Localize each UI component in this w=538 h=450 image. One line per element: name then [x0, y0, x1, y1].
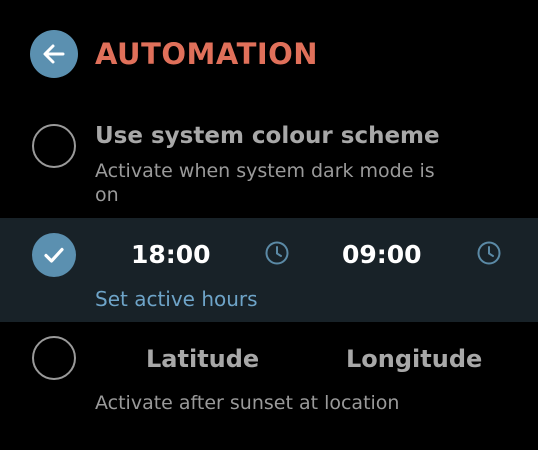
end-time[interactable]: 09:00 [342, 238, 422, 272]
start-time[interactable]: 18:00 [131, 238, 211, 272]
back-button[interactable] [30, 30, 78, 78]
page-title: AUTOMATION [95, 37, 319, 71]
system-scheme-description-line2: on [95, 184, 119, 206]
set-active-hours-link[interactable]: Set active hours [95, 286, 258, 312]
radio-active-hours[interactable] [32, 233, 76, 277]
location-description: Activate after sunset at location [95, 392, 400, 414]
clock-icon[interactable] [264, 240, 290, 266]
system-scheme-title: Use system colour scheme [95, 123, 440, 149]
longitude-field[interactable]: Longitude [346, 342, 482, 376]
arrow-left-icon [43, 44, 65, 64]
radio-system-scheme[interactable] [32, 124, 76, 168]
clock-icon[interactable] [476, 240, 502, 266]
system-scheme-description-line1: Activate when system dark mode is [95, 160, 435, 182]
active-hours-row[interactable] [0, 218, 538, 322]
checkmark-icon [44, 247, 64, 263]
latitude-field[interactable]: Latitude [146, 342, 259, 376]
radio-location[interactable] [32, 336, 76, 380]
